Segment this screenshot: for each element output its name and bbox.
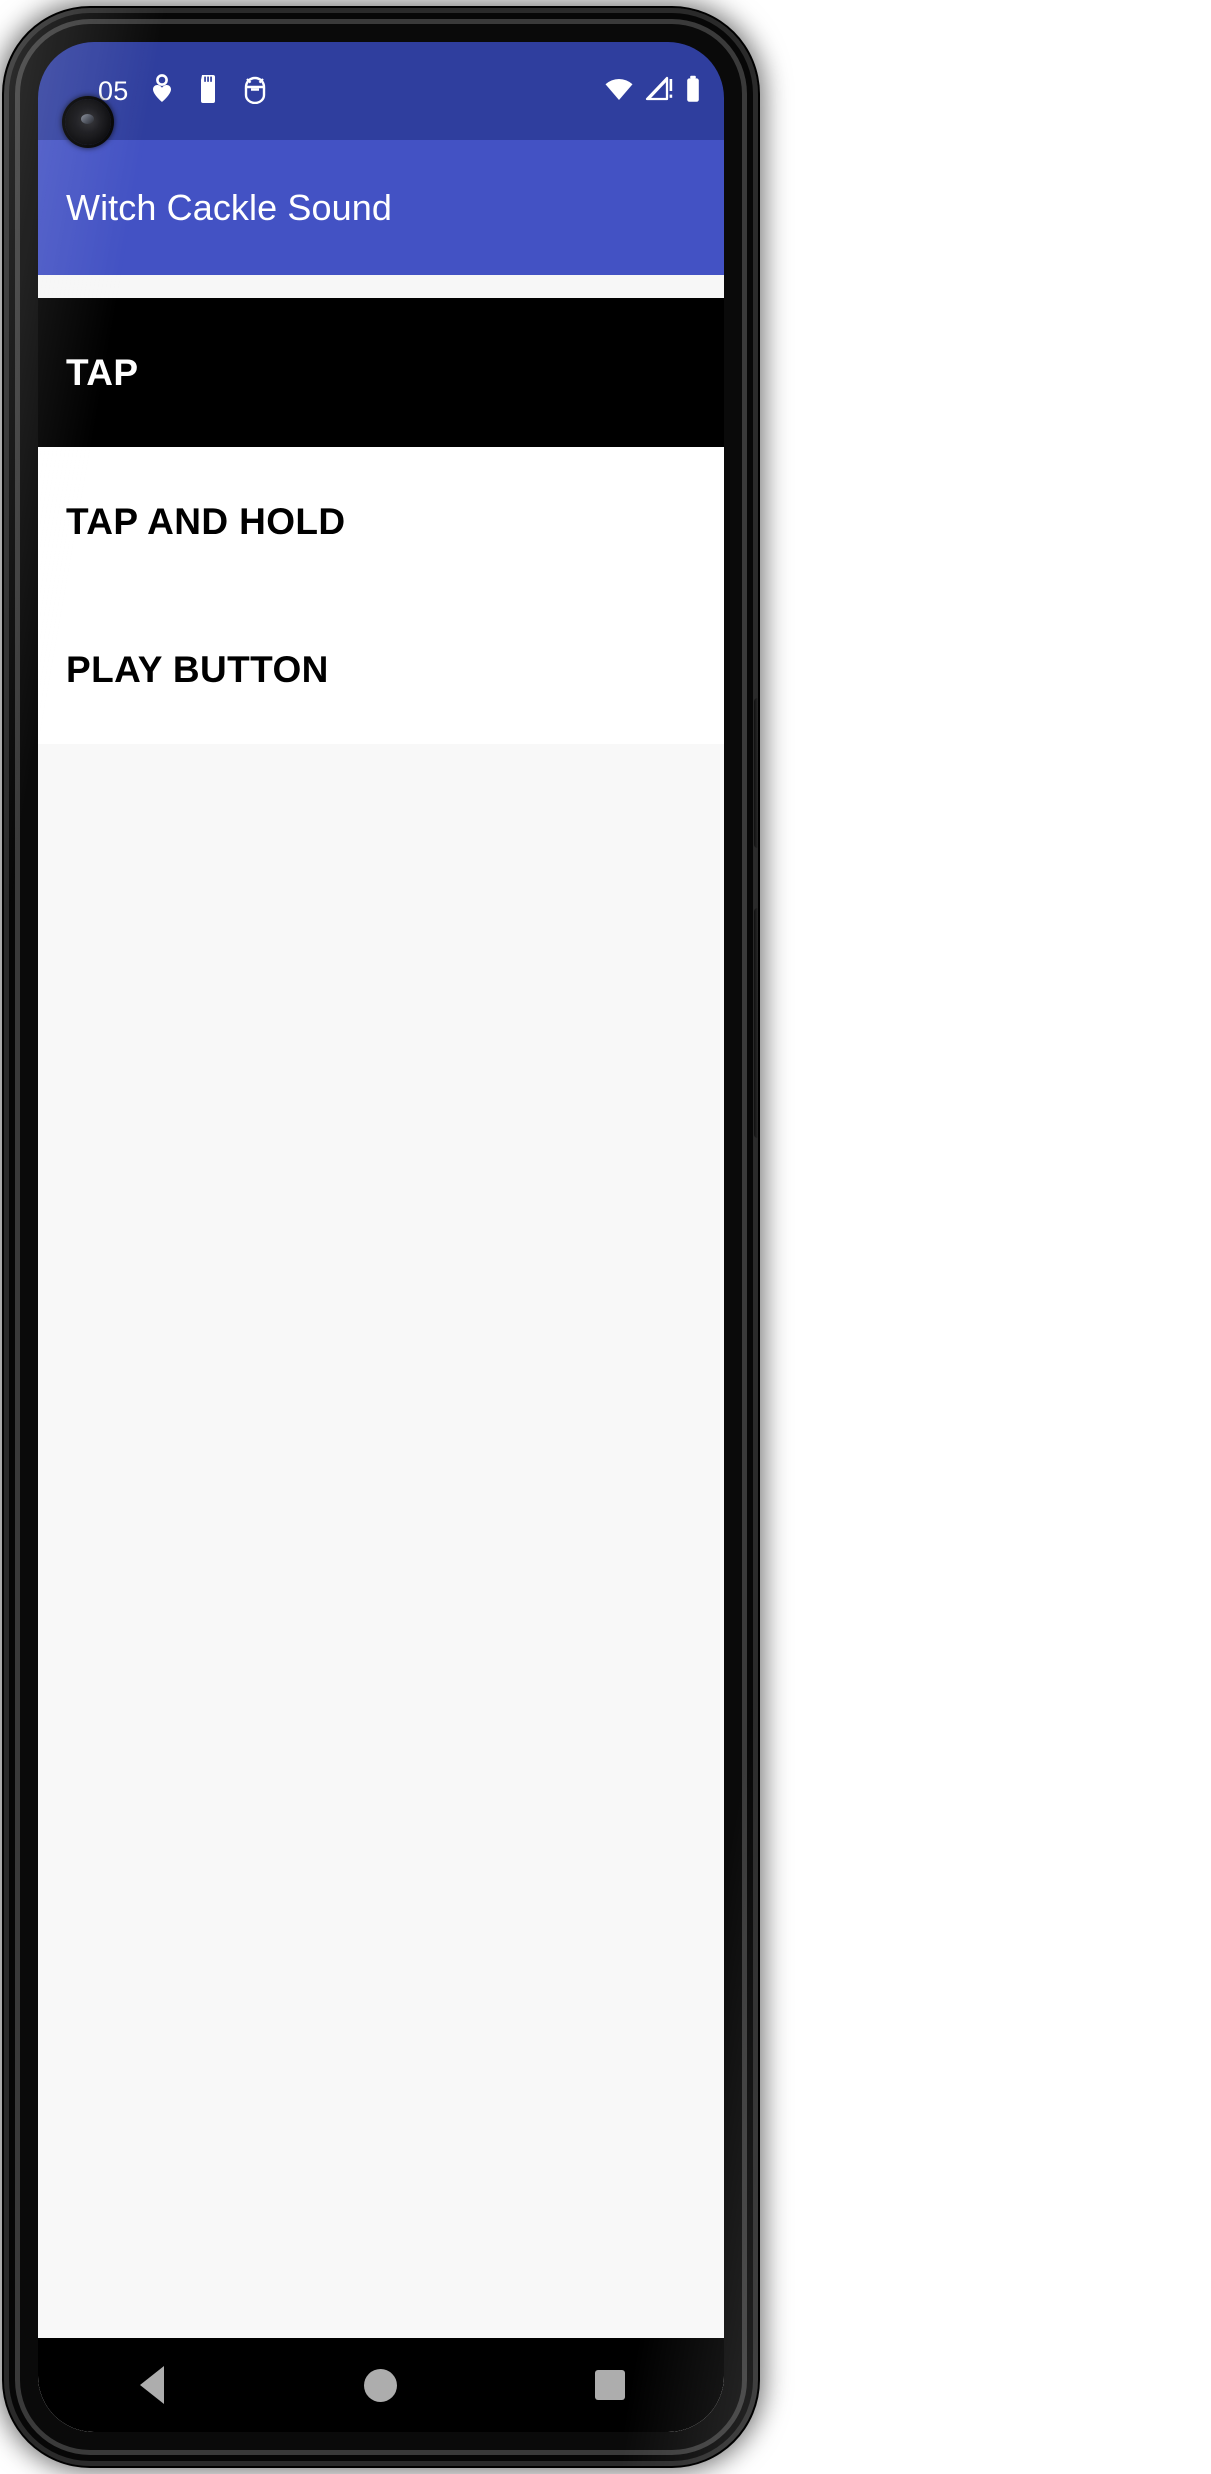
home-icon (364, 2368, 398, 2402)
sound-button-list: TAP TAP AND HOLD PLAY BUTTON (38, 298, 724, 744)
status-bar: 05 (38, 42, 724, 145)
phone-screen: 05 Witch Cackle Sound TAP TAP AND HOLD P… (38, 42, 724, 2432)
status-bar-clock: 05 (98, 75, 129, 106)
android-navigation-bar (38, 2338, 724, 2432)
main-content: TAP TAP AND HOLD PLAY BUTTON (38, 275, 724, 2432)
app-bar: Witch Cackle Sound (38, 140, 724, 275)
back-icon (140, 2366, 165, 2404)
tap-button[interactable]: TAP (38, 298, 724, 447)
content-empty-area (38, 1167, 724, 2432)
play-button[interactable]: PLAY BUTTON (38, 596, 724, 744)
volume-button[interactable] (754, 908, 758, 1138)
recents-icon (594, 2370, 625, 2400)
status-bar-left-group: 05 (98, 42, 268, 140)
battery-icon (684, 75, 702, 108)
nav-home-button[interactable] (321, 2338, 441, 2432)
nav-recents-button[interactable] (550, 2338, 670, 2432)
tap-and-hold-button[interactable]: TAP AND HOLD (38, 447, 724, 596)
android-debug-icon (242, 74, 268, 109)
camera-punch-hole-icon (65, 99, 111, 145)
app-bar-title: Witch Cackle Sound (66, 186, 392, 228)
content-top-strip (38, 275, 724, 298)
cellular-signal-icon (645, 76, 673, 107)
phone-device-frame: 05 Witch Cackle Sound TAP TAP AND HOLD P… (4, 8, 758, 2466)
status-bar-right-group (604, 42, 702, 140)
heart-location-icon (150, 73, 174, 109)
power-button[interactable] (754, 698, 758, 848)
nav-back-button[interactable] (92, 2338, 212, 2432)
sd-card-icon (196, 74, 220, 109)
wifi-icon (604, 76, 634, 107)
